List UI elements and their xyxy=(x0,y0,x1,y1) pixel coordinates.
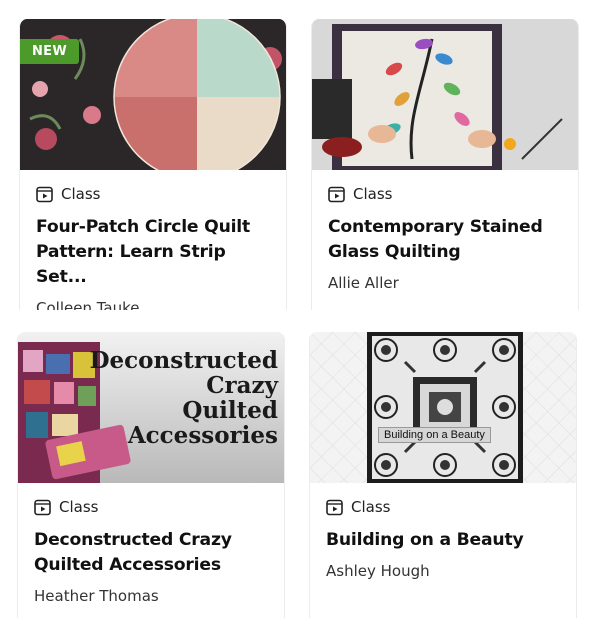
stained-glass-quilt-image xyxy=(312,19,578,170)
content-type-label: Class xyxy=(59,498,99,516)
class-title-line[interactable]: Pattern: Learn Strip Set... xyxy=(36,240,270,290)
class-thumbnail[interactable]: Building on a Beauty xyxy=(310,332,576,483)
instructor-name: Heather Thomas xyxy=(34,587,159,605)
instructor-name: Allie Aller xyxy=(328,274,399,292)
thumbnail-title-overlay: Deconstructed Crazy Quilted Accessories xyxy=(90,348,278,448)
thumbnail-text-line: Quilted xyxy=(182,397,278,424)
thumbnail-text-line: Accessories xyxy=(127,422,278,449)
instructor-name: Ashley Hough xyxy=(326,562,430,580)
class-thumbnail[interactable]: Deconstructed Crazy Quilted Accessories xyxy=(18,332,284,483)
class-title[interactable]: Contemporary Stained Glass Quilting xyxy=(328,215,562,265)
video-class-icon xyxy=(34,499,51,515)
class-card[interactable]: Building on a Beauty Class Building on a… xyxy=(309,332,577,618)
class-title[interactable]: Building on a Beauty xyxy=(326,528,560,553)
class-card[interactable]: NEW Class Four-Patch Circle Quilt Patter… xyxy=(19,19,287,310)
class-thumbnail[interactable] xyxy=(312,19,578,170)
building-on-a-beauty-quilt-image xyxy=(310,332,576,483)
instructor-name: Colleen Tauke xyxy=(36,299,140,310)
class-title-line[interactable]: Quilted Accessories xyxy=(34,553,268,578)
class-title-line[interactable]: Building on a Beauty xyxy=(326,528,560,553)
class-title-line[interactable]: Four-Patch Circle Quilt xyxy=(36,215,270,240)
thumbnail-text-line: Crazy xyxy=(206,372,278,399)
content-type-label: Class xyxy=(353,185,393,203)
class-title[interactable]: Four-Patch Circle Quilt Pattern: Learn S… xyxy=(36,215,270,290)
class-title-line[interactable]: Contemporary Stained xyxy=(328,215,562,240)
class-title-line[interactable]: Glass Quilting xyxy=(328,240,562,265)
video-class-icon xyxy=(36,186,53,202)
new-badge: NEW xyxy=(20,39,79,64)
video-class-icon xyxy=(326,499,343,515)
class-thumbnail[interactable]: NEW xyxy=(20,19,286,170)
class-title[interactable]: Deconstructed Crazy Quilted Accessories xyxy=(34,528,268,578)
class-card[interactable]: Class Contemporary Stained Glass Quiltin… xyxy=(311,19,579,310)
class-card[interactable]: Deconstructed Crazy Quilted Accessories … xyxy=(17,332,285,618)
thumbnail-text-line: Deconstructed xyxy=(89,347,278,374)
thumbnail-caption: Building on a Beauty xyxy=(378,427,491,443)
content-type-label: Class xyxy=(351,498,391,516)
video-class-icon xyxy=(328,186,345,202)
class-title-line[interactable]: Deconstructed Crazy xyxy=(34,528,268,553)
content-type-label: Class xyxy=(61,185,101,203)
